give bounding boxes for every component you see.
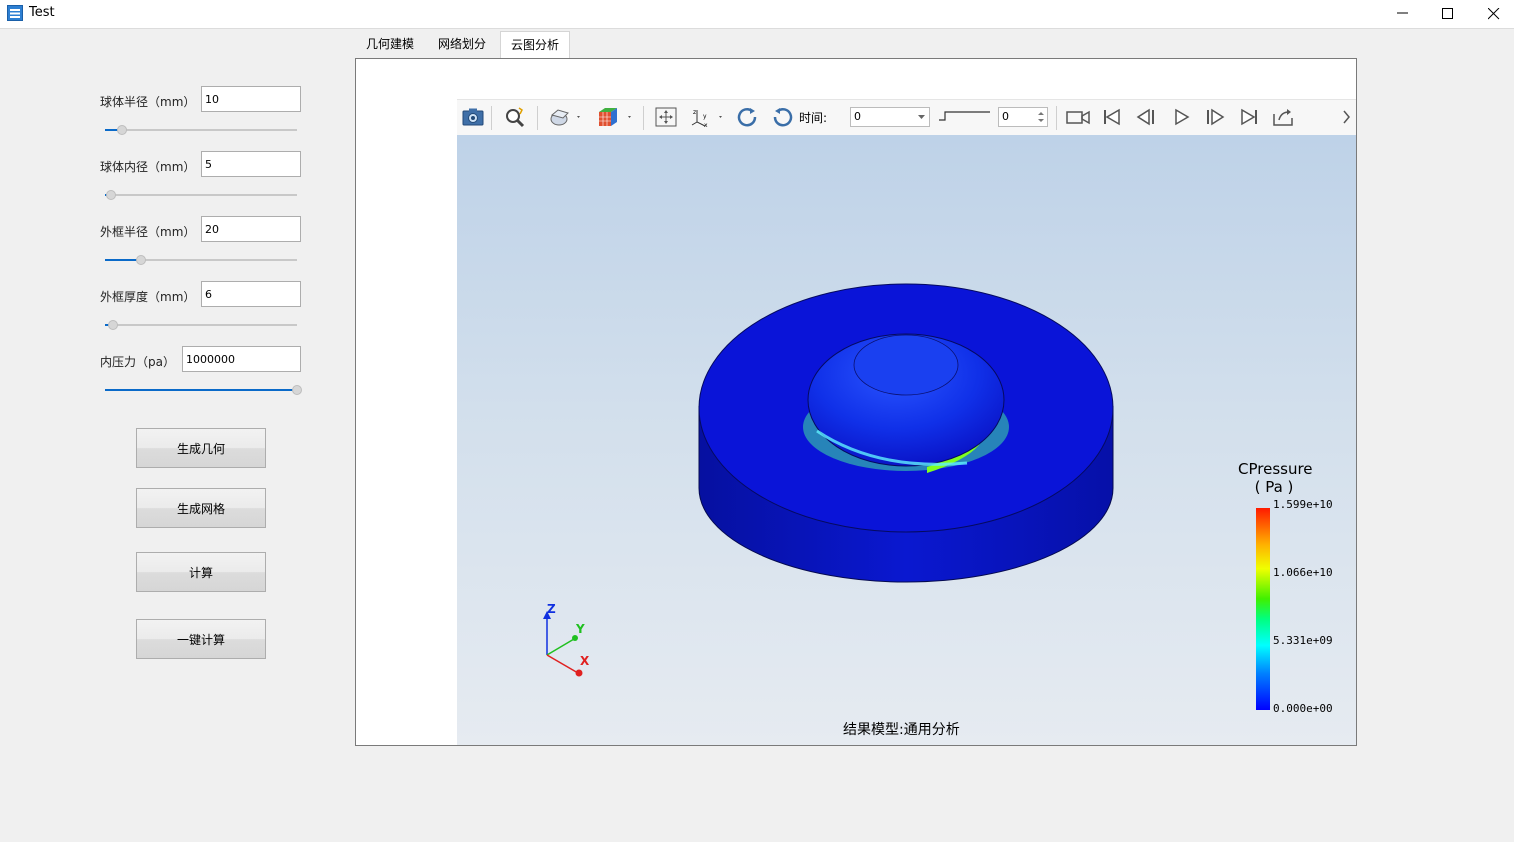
legend-tick: 5.331e+09 <box>1273 634 1333 647</box>
next-frame-icon[interactable] <box>1203 106 1227 128</box>
sphere-radius-label: 球体半径（mm） <box>100 95 196 109</box>
toolbar-separator <box>491 106 492 130</box>
title-bar: Test <box>0 0 1514 29</box>
generate-mesh-button[interactable]: 生成网格 <box>136 488 266 528</box>
axis-z-label: Z <box>547 602 556 616</box>
axes-icon[interactable]: z y x <box>689 106 729 128</box>
app-icon <box>7 5 23 21</box>
legend-title-quantity: CPressure <box>1238 460 1313 478</box>
svg-text:x: x <box>704 122 708 128</box>
export-icon[interactable] <box>1271 106 1295 128</box>
sphere-inner-radius-input[interactable] <box>201 151 301 177</box>
maximize-icon <box>1442 8 1453 19</box>
svg-text:z: z <box>693 109 696 116</box>
sphere-inner-radius-slider[interactable] <box>105 189 297 201</box>
toolbar-separator <box>537 106 538 130</box>
frame-spinbox-value: 0 <box>1002 110 1009 123</box>
display-mode-icon[interactable] <box>547 106 583 128</box>
toolbar-overflow-icon[interactable] <box>1343 110 1351 124</box>
minimize-icon <box>1397 12 1408 14</box>
record-icon[interactable] <box>1065 106 1093 128</box>
frame-radius-input[interactable] <box>201 216 301 242</box>
slider-handle[interactable] <box>136 255 147 265</box>
result-model-label: 结果模型:通用分析 <box>843 722 960 738</box>
viewer-toolbar: z y x 时间: 0 0 <box>457 99 1356 136</box>
legend-tick: 1.066e+10 <box>1273 566 1333 579</box>
tab-mesh-generation[interactable]: 网络划分 <box>428 31 496 58</box>
previous-frame-icon[interactable] <box>1134 106 1158 128</box>
frame-spinbox[interactable]: 0 <box>998 107 1048 127</box>
internal-pressure-input[interactable] <box>182 346 301 372</box>
time-select-value: 0 <box>854 110 861 123</box>
svg-text:y: y <box>703 113 707 120</box>
spin-arrows-icon <box>1038 112 1044 122</box>
rotate-icon[interactable] <box>736 106 760 128</box>
legend-tick-max: 1.599e+10 <box>1273 498 1333 511</box>
sphere-radius-input[interactable] <box>201 86 301 112</box>
internal-pressure-label: 内压力（pa） <box>100 355 175 369</box>
zoom-icon[interactable] <box>503 106 527 128</box>
axis-triad <box>543 611 583 677</box>
chevron-down-icon <box>918 115 925 119</box>
minimize-button[interactable] <box>1380 0 1426 28</box>
time-label: 时间: <box>799 111 828 125</box>
axis-x-label: X <box>580 654 590 668</box>
color-cube-icon[interactable] <box>595 106 635 128</box>
legend-color-bar <box>1256 508 1270 710</box>
camera-icon[interactable] <box>461 106 485 128</box>
slider-handle[interactable] <box>105 190 116 200</box>
window-title: Test <box>29 5 55 20</box>
legend-title: CPressure ( Pa ) <box>1238 460 1313 496</box>
time-select[interactable]: 0 <box>850 107 930 127</box>
frame-thickness-slider[interactable] <box>105 319 297 331</box>
maximize-button[interactable] <box>1425 0 1471 28</box>
time-step-slider[interactable] <box>937 109 992 123</box>
render-viewport[interactable]: Z Y X CPressure ( Pa ) 1.599e+10 1.066e+… <box>457 135 1356 745</box>
sphere-radius-slider[interactable] <box>105 124 297 136</box>
compute-button[interactable]: 计算 <box>136 552 266 592</box>
sphere-inner-radius-label: 球体内径（mm） <box>100 160 196 174</box>
close-button[interactable] <box>1471 0 1514 28</box>
legend-title-unit: ( Pa ) <box>1254 478 1294 496</box>
internal-pressure-slider[interactable] <box>105 384 302 396</box>
close-icon <box>1488 8 1500 20</box>
frame-radius-label: 外框半径（mm） <box>100 225 196 239</box>
slider-handle[interactable] <box>292 385 302 395</box>
reset-rotate-icon[interactable] <box>770 106 794 128</box>
toolbar-separator <box>1056 106 1057 130</box>
toolbar-separator <box>643 106 644 130</box>
one-click-compute-button[interactable]: 一键计算 <box>136 619 266 659</box>
fit-view-icon[interactable] <box>654 106 678 128</box>
slider-handle[interactable] <box>107 320 118 330</box>
play-icon[interactable] <box>1169 106 1193 128</box>
axis-y-label: Y <box>576 622 585 636</box>
last-frame-icon[interactable] <box>1237 106 1261 128</box>
frame-thickness-label: 外框厚度（mm） <box>100 290 196 304</box>
slider-handle[interactable] <box>117 125 128 135</box>
frame-radius-slider[interactable] <box>105 254 297 266</box>
tab-geometry-modeling[interactable]: 几何建模 <box>357 31 423 58</box>
frame-thickness-input[interactable] <box>201 281 301 307</box>
legend-tick-min: 0.000e+00 <box>1273 702 1333 715</box>
tab-contour-analysis[interactable]: 云图分析 <box>500 31 570 58</box>
generate-geometry-button[interactable]: 生成几何 <box>136 428 266 468</box>
first-frame-icon[interactable] <box>1100 106 1124 128</box>
